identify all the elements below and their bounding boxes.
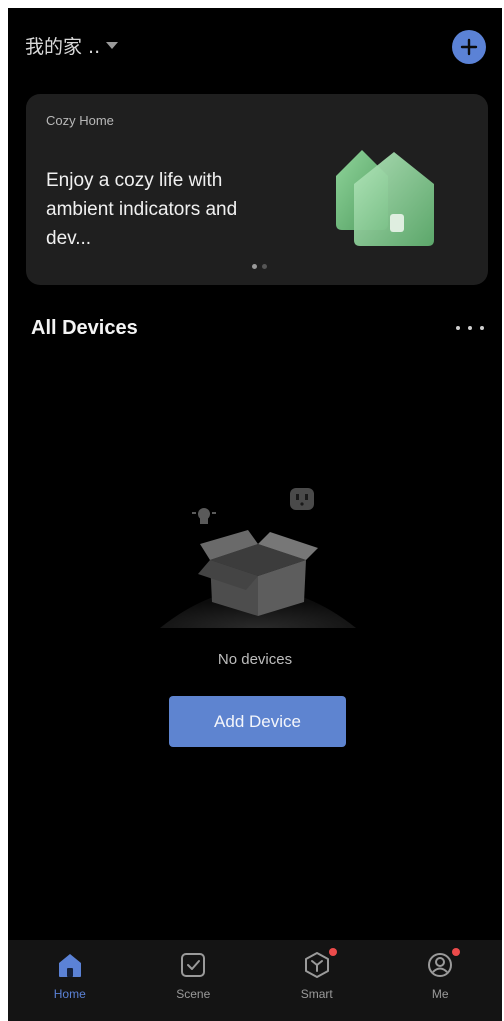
notification-badge bbox=[452, 948, 461, 956]
tab-label: Smart bbox=[300, 987, 333, 1001]
smart-cube-icon bbox=[304, 952, 329, 978]
tab-home[interactable]: Home bbox=[8, 940, 132, 1021]
add-device-button[interactable]: Add Device bbox=[169, 696, 346, 747]
banner-eyebrow: Cozy Home bbox=[46, 113, 114, 128]
section-title: All Devices bbox=[31, 317, 138, 339]
banner-headline: Enjoy a cozy life with ambient indicator… bbox=[46, 170, 238, 249]
tab-me[interactable]: Me bbox=[379, 940, 503, 1021]
home-selector[interactable]: 我的家 .. bbox=[25, 32, 119, 59]
empty-box-illustration bbox=[160, 488, 356, 628]
pagination-dot bbox=[262, 264, 267, 269]
promo-banner[interactable]: Cozy Home Enjoy a cozy life with ambient… bbox=[26, 94, 488, 285]
bottom-tab-bar: Home Scene Smart Me bbox=[8, 940, 502, 1021]
tab-label: Scene bbox=[176, 987, 211, 1001]
scene-checkbox-icon bbox=[181, 953, 206, 977]
house-illustration bbox=[336, 150, 434, 246]
empty-state-text: No devices bbox=[217, 651, 293, 668]
home-name: 我的家 .. bbox=[25, 36, 101, 58]
tab-label: Home bbox=[53, 987, 86, 1001]
add-button[interactable] bbox=[452, 30, 486, 64]
tab-label: Me bbox=[431, 987, 449, 1001]
pagination-dot-active bbox=[252, 264, 257, 269]
tab-scene[interactable]: Scene bbox=[132, 940, 256, 1021]
notification-badge bbox=[328, 948, 337, 956]
home-icon bbox=[58, 954, 81, 977]
tab-smart[interactable]: Smart bbox=[255, 940, 379, 1021]
more-horizontal-icon[interactable] bbox=[456, 320, 484, 336]
plus-icon bbox=[460, 38, 478, 56]
banner-pagination bbox=[252, 264, 267, 269]
caret-down-icon bbox=[106, 42, 119, 49]
profile-icon bbox=[428, 953, 453, 977]
app-screen: 我的家 .. Cozy Home Enjoy a cozy life with … bbox=[8, 8, 502, 1021]
